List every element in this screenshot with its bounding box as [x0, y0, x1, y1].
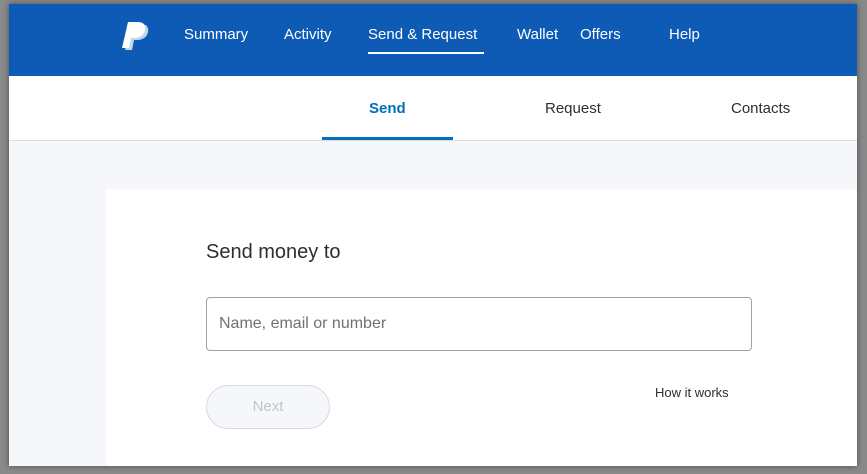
- tab-contacts[interactable]: Contacts: [731, 100, 790, 118]
- send-request-tabs: Send Request Contacts: [9, 76, 857, 141]
- nav-wallet[interactable]: Wallet: [517, 26, 558, 44]
- nav-active-underline: [368, 52, 484, 54]
- send-money-title: Send money to: [206, 241, 341, 263]
- tab-request[interactable]: Request: [545, 100, 601, 118]
- browser-window: Summary Activity Send & Request Wallet O…: [9, 4, 857, 466]
- paypal-logo-icon[interactable]: [122, 22, 150, 52]
- tab-send[interactable]: Send: [369, 100, 406, 118]
- nav-summary[interactable]: Summary: [184, 26, 248, 44]
- next-button[interactable]: Next: [206, 385, 330, 429]
- nav-activity[interactable]: Activity: [284, 26, 332, 44]
- send-money-card: Send money to Next How it works: [106, 189, 857, 466]
- how-it-works-link[interactable]: How it works: [655, 385, 729, 401]
- screenshot-frame: Summary Activity Send & Request Wallet O…: [0, 0, 867, 474]
- top-navigation-bar: Summary Activity Send & Request Wallet O…: [9, 4, 857, 76]
- nav-help[interactable]: Help: [669, 26, 700, 44]
- tab-active-underline: [322, 137, 453, 140]
- recipient-input[interactable]: [206, 297, 752, 351]
- nav-send-request[interactable]: Send & Request: [368, 26, 477, 44]
- nav-offers[interactable]: Offers: [580, 26, 621, 44]
